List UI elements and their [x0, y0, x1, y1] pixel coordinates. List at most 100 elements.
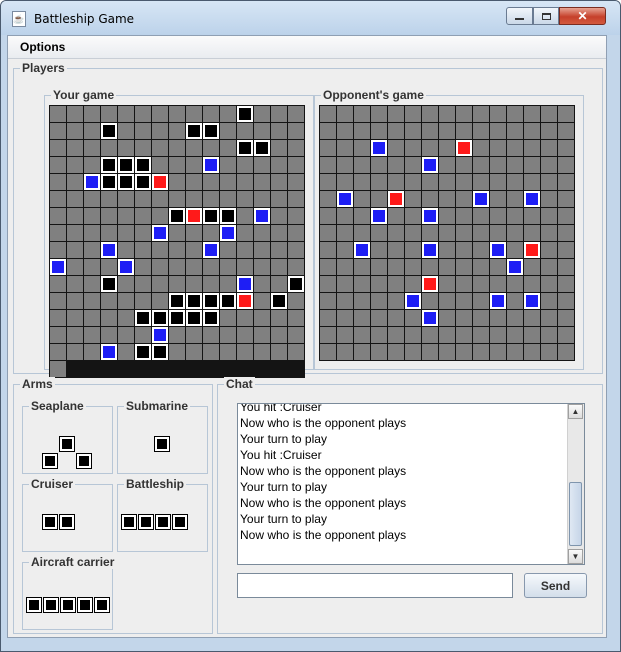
miss-cell[interactable]	[203, 157, 219, 173]
water-cell[interactable]	[271, 310, 287, 326]
water-cell[interactable]	[507, 208, 523, 224]
water-cell[interactable]	[371, 344, 387, 360]
water-cell[interactable]	[67, 225, 83, 241]
water-cell[interactable]	[220, 327, 236, 343]
water-cell[interactable]	[388, 327, 404, 343]
water-cell[interactable]	[354, 344, 370, 360]
hit-cell[interactable]	[388, 191, 404, 207]
water-cell[interactable]	[237, 259, 253, 275]
water-cell[interactable]	[388, 106, 404, 122]
water-cell[interactable]	[67, 157, 83, 173]
water-cell[interactable]	[50, 123, 66, 139]
ship-cell[interactable]	[220, 208, 236, 224]
water-cell[interactable]	[371, 259, 387, 275]
water-cell[interactable]	[135, 123, 151, 139]
water-cell[interactable]	[152, 191, 168, 207]
water-cell[interactable]	[490, 123, 506, 139]
ship-cell[interactable]	[135, 157, 151, 173]
water-cell[interactable]	[541, 310, 557, 326]
water-cell[interactable]	[422, 225, 438, 241]
water-cell[interactable]	[320, 106, 336, 122]
water-cell[interactable]	[288, 259, 304, 275]
ship-cell[interactable]	[152, 310, 168, 326]
water-cell[interactable]	[388, 344, 404, 360]
water-cell[interactable]	[186, 157, 202, 173]
water-cell[interactable]	[507, 327, 523, 343]
water-cell[interactable]	[169, 174, 185, 190]
water-cell[interactable]	[337, 140, 353, 156]
miss-cell[interactable]	[152, 225, 168, 241]
water-cell[interactable]	[371, 327, 387, 343]
miss-cell[interactable]	[101, 242, 117, 258]
water-cell[interactable]	[371, 293, 387, 309]
water-cell[interactable]	[354, 191, 370, 207]
water-cell[interactable]	[371, 310, 387, 326]
ship-cell[interactable]	[254, 140, 270, 156]
water-cell[interactable]	[558, 344, 574, 360]
miss-cell[interactable]	[371, 140, 387, 156]
water-cell[interactable]	[524, 344, 540, 360]
water-cell[interactable]	[558, 123, 574, 139]
water-cell[interactable]	[507, 225, 523, 241]
ship-cell[interactable]	[118, 174, 134, 190]
water-cell[interactable]	[456, 310, 472, 326]
water-cell[interactable]	[388, 157, 404, 173]
water-cell[interactable]	[558, 225, 574, 241]
water-cell[interactable]	[271, 327, 287, 343]
water-cell[interactable]	[490, 225, 506, 241]
water-cell[interactable]	[237, 242, 253, 258]
water-cell[interactable]	[473, 208, 489, 224]
water-cell[interactable]	[288, 344, 304, 360]
water-cell[interactable]	[271, 344, 287, 360]
water-cell[interactable]	[67, 123, 83, 139]
water-cell[interactable]	[320, 140, 336, 156]
water-cell[interactable]	[473, 157, 489, 173]
miss-cell[interactable]	[84, 174, 100, 190]
water-cell[interactable]	[473, 310, 489, 326]
water-cell[interactable]	[50, 191, 66, 207]
water-cell[interactable]	[524, 157, 540, 173]
water-cell[interactable]	[354, 225, 370, 241]
miss-cell[interactable]	[50, 259, 66, 275]
miss-cell[interactable]	[354, 242, 370, 258]
water-cell[interactable]	[118, 327, 134, 343]
water-cell[interactable]	[473, 344, 489, 360]
water-cell[interactable]	[50, 174, 66, 190]
water-cell[interactable]	[254, 157, 270, 173]
water-cell[interactable]	[50, 157, 66, 173]
water-cell[interactable]	[169, 157, 185, 173]
miss-cell[interactable]	[254, 208, 270, 224]
water-cell[interactable]	[388, 293, 404, 309]
water-cell[interactable]	[203, 276, 219, 292]
water-cell[interactable]	[220, 157, 236, 173]
water-cell[interactable]	[354, 276, 370, 292]
water-cell[interactable]	[541, 157, 557, 173]
water-cell[interactable]	[288, 174, 304, 190]
ship-cell[interactable]	[203, 293, 219, 309]
water-cell[interactable]	[405, 259, 421, 275]
water-cell[interactable]	[337, 293, 353, 309]
water-cell[interactable]	[118, 191, 134, 207]
water-cell[interactable]	[135, 293, 151, 309]
water-cell[interactable]	[490, 327, 506, 343]
water-cell[interactable]	[237, 191, 253, 207]
water-cell[interactable]	[422, 140, 438, 156]
water-cell[interactable]	[237, 225, 253, 241]
water-cell[interactable]	[101, 293, 117, 309]
water-cell[interactable]	[405, 344, 421, 360]
water-cell[interactable]	[456, 191, 472, 207]
water-cell[interactable]	[237, 344, 253, 360]
water-cell[interactable]	[388, 310, 404, 326]
water-cell[interactable]	[203, 327, 219, 343]
water-cell[interactable]	[456, 276, 472, 292]
water-cell[interactable]	[84, 208, 100, 224]
water-cell[interactable]	[186, 174, 202, 190]
battleship-panel[interactable]: Battleship	[117, 477, 208, 552]
water-cell[interactable]	[320, 344, 336, 360]
ship-cell[interactable]	[203, 208, 219, 224]
water-cell[interactable]	[558, 140, 574, 156]
water-cell[interactable]	[405, 157, 421, 173]
water-cell[interactable]	[388, 276, 404, 292]
water-cell[interactable]	[254, 191, 270, 207]
menu-options[interactable]: Options	[20, 40, 65, 54]
